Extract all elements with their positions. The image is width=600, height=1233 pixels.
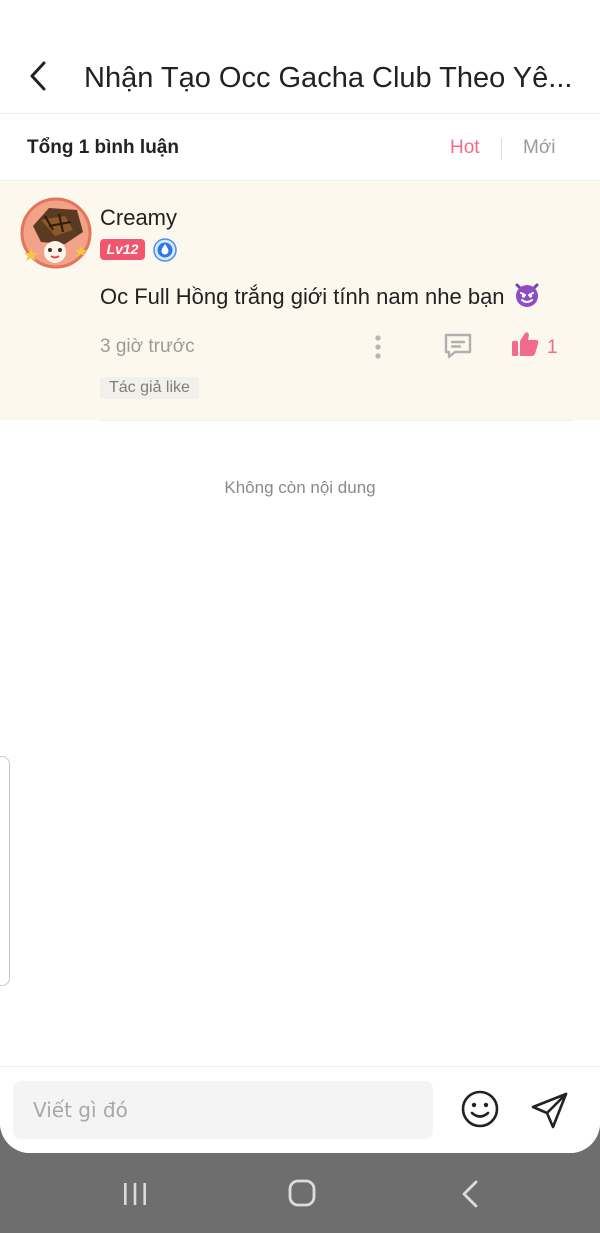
home-button[interactable]	[286, 1177, 318, 1209]
sort-hot-tab[interactable]: Hot	[450, 137, 480, 159]
reply-button[interactable]	[442, 331, 474, 361]
comment-body: Oc Full Hồng trắng giới tính nam nhe bạn	[100, 284, 505, 309]
comment-username[interactable]: Creamy	[100, 205, 177, 231]
page-title: Nhận Tạo Occ Gacha Club Theo Yê...	[84, 62, 573, 94]
chevron-left-icon	[30, 61, 46, 91]
smiling-devil-emoji	[513, 281, 541, 315]
smiley-face-icon	[461, 1090, 499, 1128]
avatar-image	[20, 197, 92, 269]
send-button[interactable]	[529, 1089, 571, 1131]
comment-item: Creamy Lv12 Oc Full Hồng trắng giới tính…	[0, 181, 600, 420]
more-options-button[interactable]	[366, 332, 390, 362]
thumbs-up-icon	[512, 332, 539, 356]
edge-panel-handle[interactable]	[0, 756, 10, 986]
like-button[interactable]	[510, 329, 540, 359]
comment-input[interactable]	[13, 1081, 433, 1139]
comment-composer	[0, 1066, 600, 1153]
system-navigation-bar	[0, 1153, 600, 1233]
top-app-bar: Nhận Tạo Occ Gacha Club Theo Yê...	[0, 0, 600, 114]
avatar[interactable]	[19, 196, 93, 270]
level-badge: Lv12	[100, 239, 145, 260]
emoji-button[interactable]	[460, 1089, 500, 1129]
comment-text: Oc Full Hồng trắng giới tính nam nhe bạn	[100, 281, 541, 315]
home-icon	[288, 1179, 316, 1207]
comment-bubble-icon	[444, 333, 472, 359]
comment-total: Tổng 1 bình luận	[27, 137, 179, 158]
system-back-button[interactable]	[456, 1177, 484, 1211]
paper-plane-icon	[531, 1092, 568, 1129]
end-of-content-label: Không còn nội dung	[224, 478, 376, 497]
author-like-tag: Tác giả like	[100, 377, 199, 399]
vertical-dots-icon	[375, 335, 381, 359]
back-icon	[462, 1180, 478, 1208]
recent-apps-icon	[124, 1183, 146, 1205]
app-screen: Nhận Tạo Occ Gacha Club Theo Yê... Tổng …	[0, 0, 600, 1153]
comment-divider	[100, 420, 574, 421]
sort-divider	[501, 138, 502, 160]
water-drop-badge-icon	[153, 238, 177, 262]
back-button[interactable]	[20, 56, 56, 96]
sort-new-tab[interactable]: Mới	[523, 137, 556, 159]
like-count: 1	[547, 337, 558, 358]
comment-timestamp: 3 giờ trước	[100, 336, 195, 357]
recent-apps-button[interactable]	[120, 1179, 150, 1209]
comment-sort-bar: Tổng 1 bình luận Hot Mới	[0, 114, 600, 181]
